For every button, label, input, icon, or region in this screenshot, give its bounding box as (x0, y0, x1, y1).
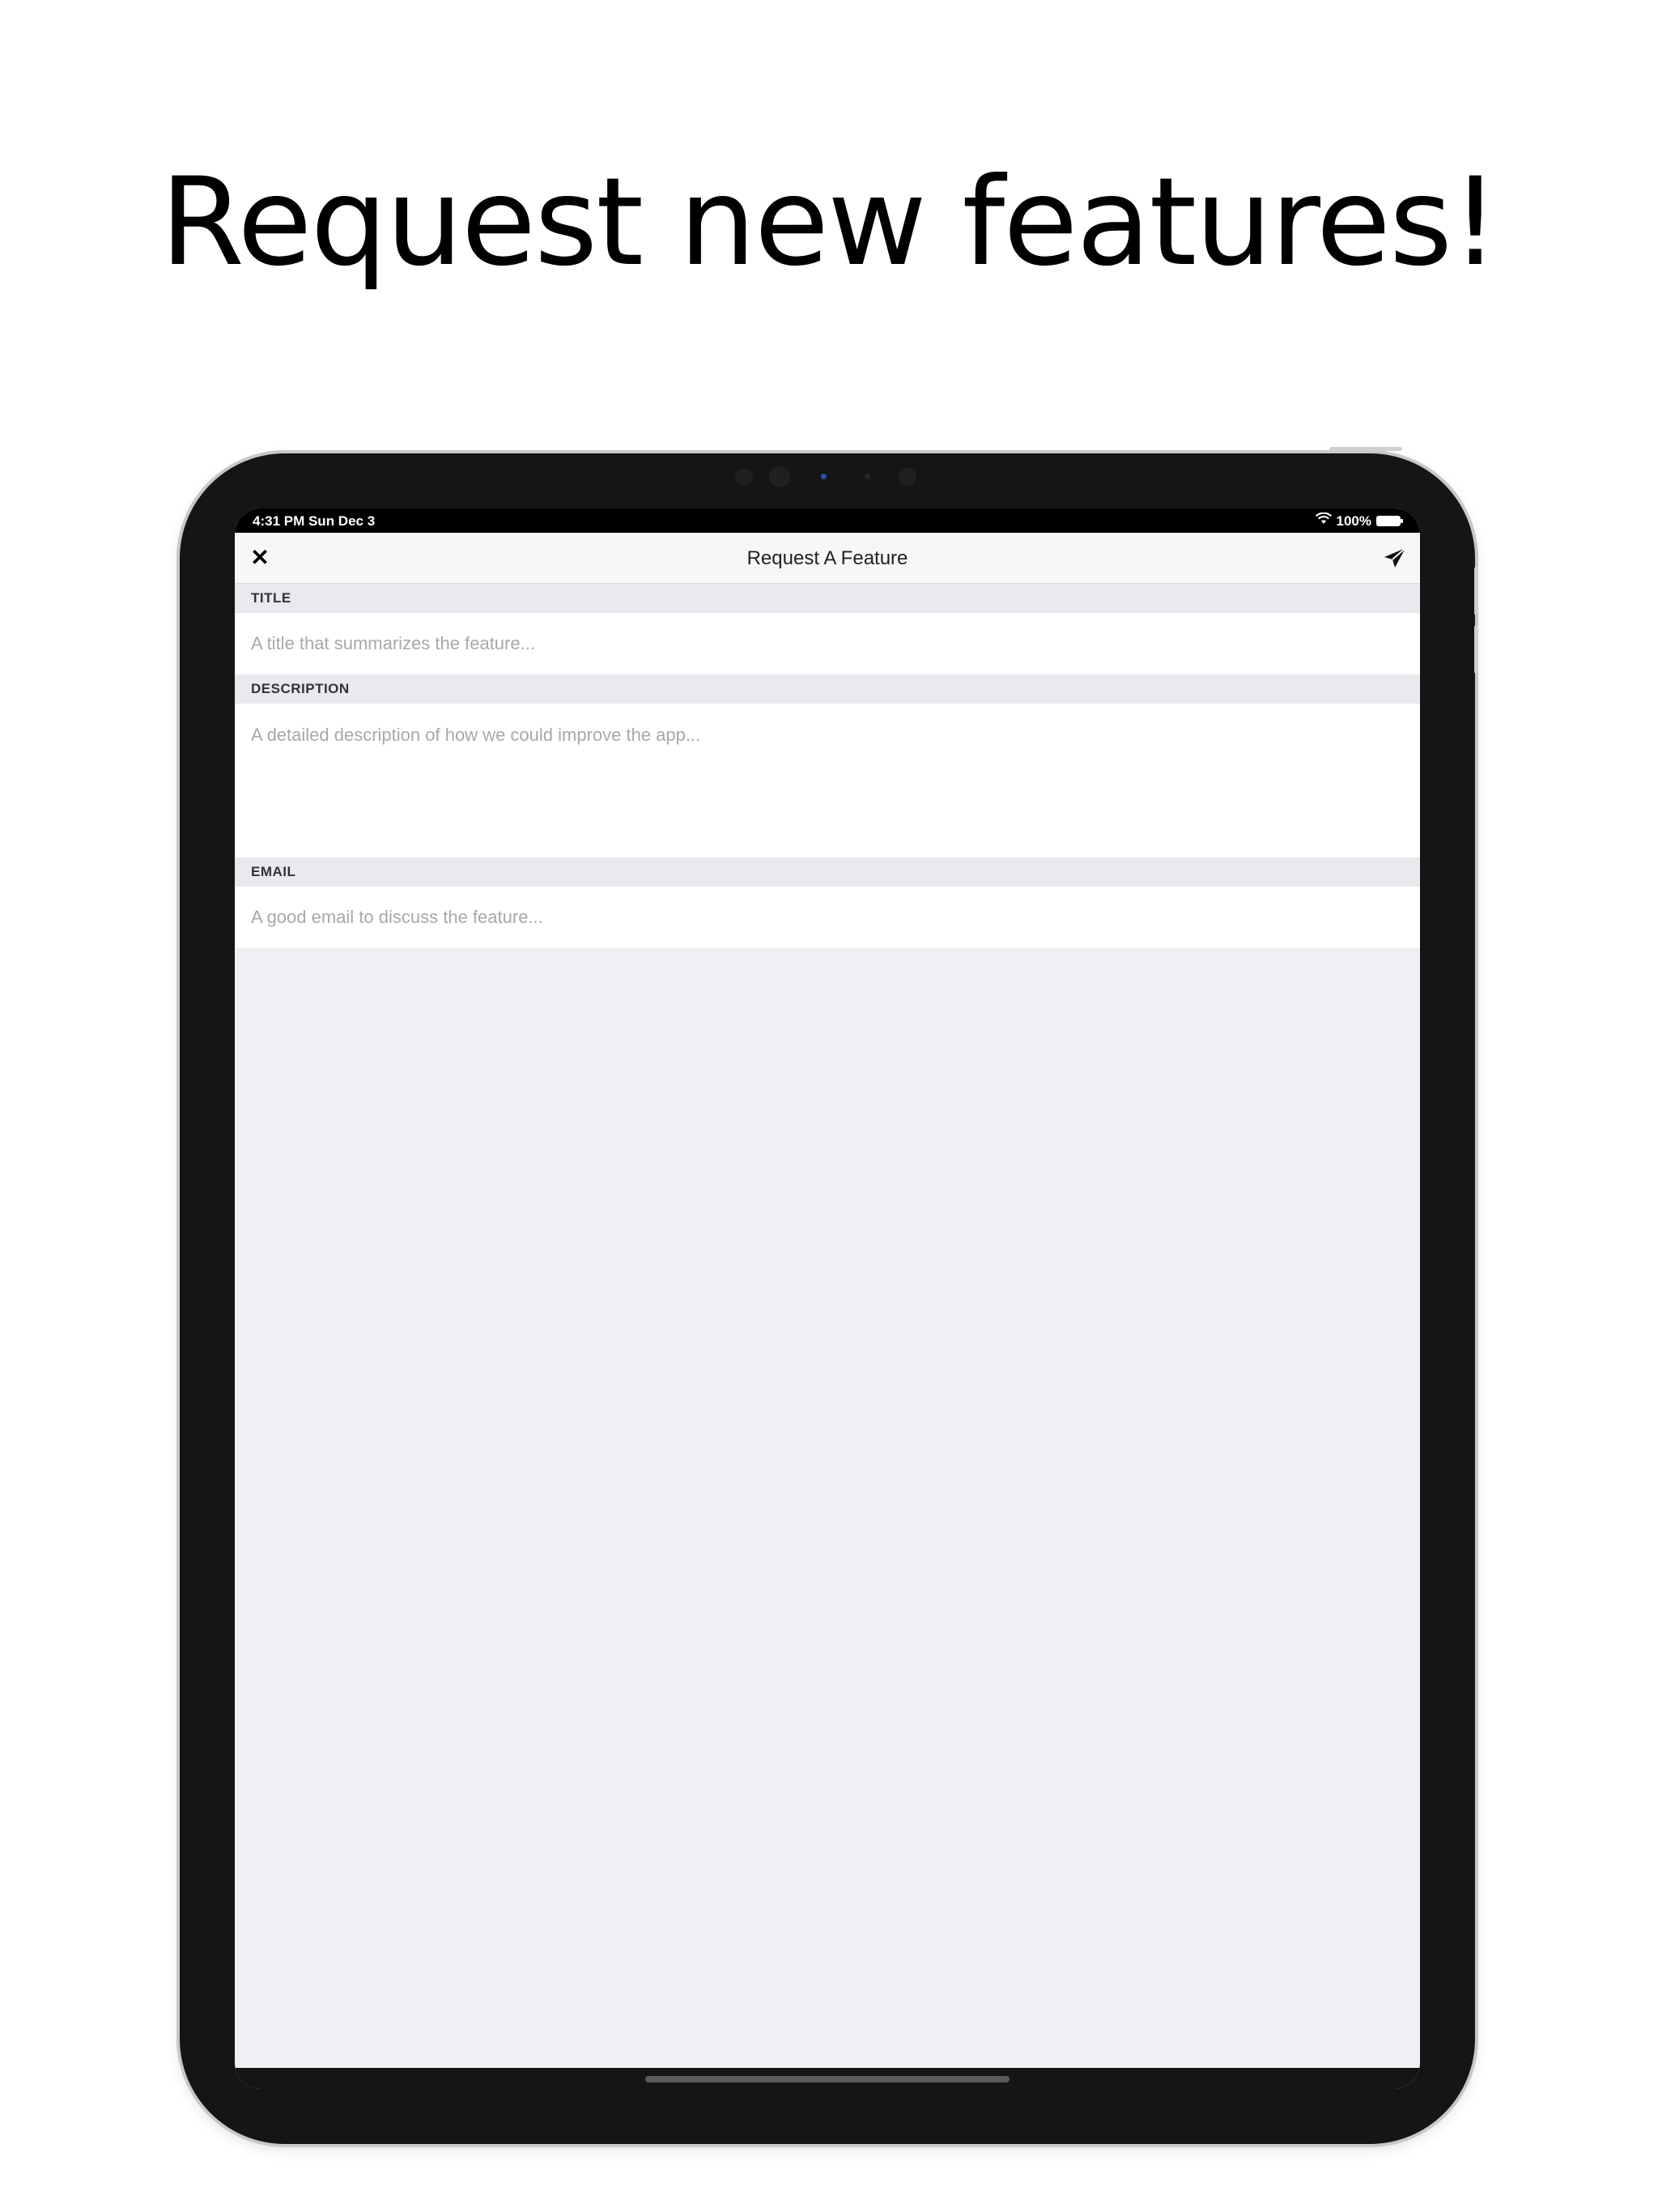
volume-down-button (1474, 625, 1478, 674)
camera-sensor-small (865, 474, 870, 479)
volume-up-button (1474, 567, 1478, 615)
send-button[interactable] (1381, 544, 1409, 572)
description-section-header: DESCRIPTION (235, 674, 1420, 704)
paper-plane-icon (1384, 547, 1406, 568)
title-section-header: TITLE (235, 584, 1420, 613)
navigation-bar: ✕ Request A Feature (235, 533, 1420, 584)
battery-percentage: 100% (1336, 513, 1371, 529)
email-section-header: EMAIL (235, 857, 1420, 887)
home-indicator[interactable] (645, 2076, 1010, 2082)
camera-sensor (735, 468, 753, 486)
title-input[interactable] (235, 613, 1420, 674)
camera-indicator (821, 474, 827, 479)
email-input[interactable] (235, 887, 1420, 948)
page-headline: Request new features! (159, 152, 1500, 293)
camera-lens (769, 466, 790, 487)
status-bar: 4:31 PM Sun Dec 3 100% (235, 508, 1420, 533)
description-textarea[interactable] (235, 704, 1420, 857)
wifi-icon (1315, 512, 1332, 530)
top-button (1329, 447, 1402, 451)
battery-icon (1376, 516, 1403, 526)
home-bar-area (235, 2068, 1420, 2089)
tablet-device-frame: 4:31 PM Sun Dec 3 100% ✕ Request A Featu… (180, 447, 1478, 2144)
app-screen: 4:31 PM Sun Dec 3 100% ✕ Request A Featu… (235, 508, 1420, 2089)
nav-title: Request A Feature (746, 547, 908, 569)
camera-flash (899, 468, 916, 486)
status-time: 4:31 PM Sun Dec 3 (253, 513, 376, 529)
status-indicators: 100% (1315, 512, 1403, 530)
